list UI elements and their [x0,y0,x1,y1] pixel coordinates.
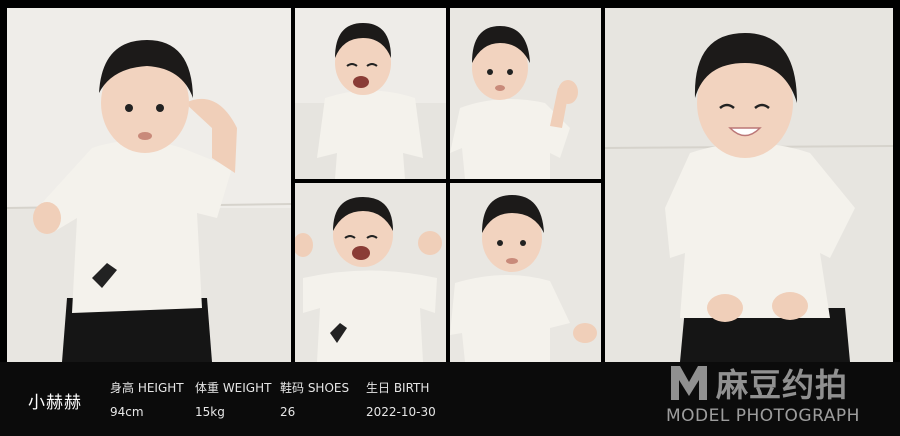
model-name: 小赫赫 [28,393,82,413]
brand-name-en: MODEL PHOTOGRAPH [666,406,860,426]
stat-shoes: 鞋码 SHOES 26 [280,379,349,419]
stat-height-value: 94cm [110,405,144,419]
photo-waving [450,8,601,179]
stat-weight-label: 体重 WEIGHT [195,381,272,395]
stat-height-label: 身高 HEIGHT [110,381,184,395]
brand-watermark: 麻豆约拍 MODEL PHOTOGRAPH [664,362,900,436]
photo-standing-hand-on-head [7,8,291,362]
photo-laughing-crouch [295,8,446,179]
stat-birth-label: 生日 BIRTH [366,381,430,395]
stat-weight: 体重 WEIGHT 15kg [195,379,271,419]
stat-shoes-value: 26 [280,405,296,419]
photo-smiling-holding-shirt [605,8,893,362]
stat-birth-value: 2022-10-30 [366,405,436,419]
photo-arms-raised [295,183,446,362]
brand-logo-icon [671,366,707,400]
brand-name-cn: 麻豆约拍 [716,366,849,404]
stat-shoes-label: 鞋码 SHOES [280,381,350,395]
stat-weight-value: 15kg [195,405,225,419]
stat-height: 身高 HEIGHT 94cm [110,379,184,419]
photo-hand-out [450,183,601,362]
stat-birth: 生日 BIRTH 2022-10-30 [366,379,436,419]
